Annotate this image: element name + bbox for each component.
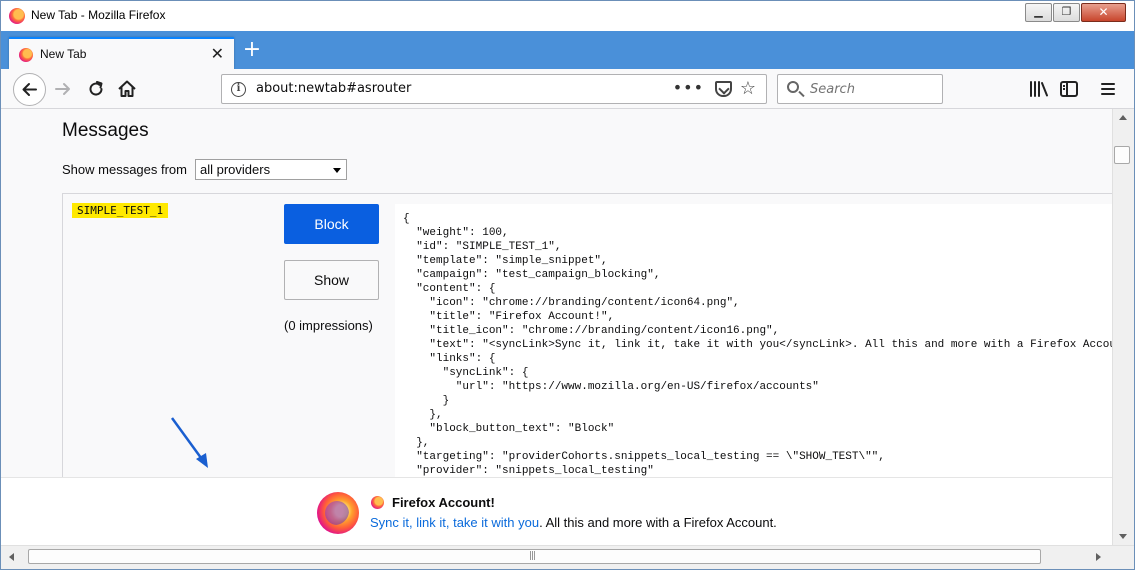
impressions-count: (0 impressions) bbox=[284, 318, 373, 333]
library-icon bbox=[1030, 81, 1048, 97]
pocket-icon[interactable] bbox=[715, 81, 732, 97]
search-bar[interactable]: Search bbox=[777, 74, 943, 104]
minimize-icon: ▁ bbox=[1034, 5, 1043, 18]
tab-new-tab[interactable]: New Tab ✕ bbox=[9, 37, 234, 69]
vertical-scroll-thumb[interactable] bbox=[1114, 146, 1130, 164]
horizontal-scroll-thumb[interactable]: ||| bbox=[28, 549, 1041, 564]
snippet-bar: Firefox Account! Sync it, link it, take … bbox=[1, 477, 1112, 545]
close-icon: ✕ bbox=[1098, 5, 1109, 19]
forward-button[interactable] bbox=[51, 77, 75, 101]
library-button[interactable] bbox=[1027, 77, 1051, 101]
scroll-up-icon[interactable] bbox=[1119, 115, 1127, 120]
scroll-grip-icon: ||| bbox=[529, 551, 536, 561]
firefox-logo-icon bbox=[317, 492, 359, 534]
firefox-title-icon bbox=[371, 496, 384, 509]
hamburger-menu-icon bbox=[1101, 83, 1115, 95]
show-button[interactable]: Show bbox=[284, 260, 379, 300]
chevron-down-icon bbox=[333, 168, 341, 173]
title-bar: New Tab - Mozilla Firefox ▁ ❐ ✕ bbox=[1, 1, 1134, 31]
scroll-down-icon[interactable] bbox=[1119, 534, 1127, 539]
sidebar-icon bbox=[1060, 81, 1078, 97]
menu-button[interactable] bbox=[1096, 77, 1120, 101]
forward-arrow-icon bbox=[55, 83, 70, 95]
sidebar-button[interactable] bbox=[1057, 77, 1081, 101]
home-icon bbox=[118, 80, 136, 97]
page-title: Messages bbox=[62, 120, 149, 141]
firefox-tab-icon bbox=[19, 48, 33, 62]
tab-label: New Tab bbox=[40, 47, 87, 61]
back-button[interactable] bbox=[13, 73, 46, 106]
providers-selected-value: all providers bbox=[200, 162, 271, 177]
search-input[interactable]: Search bbox=[810, 82, 855, 97]
back-arrow-icon bbox=[22, 83, 37, 96]
snippet-rest-text: . All this and more with a Firefox Accou… bbox=[539, 515, 777, 530]
message-json: { "weight": 100, "id": "SIMPLE_TEST_1", … bbox=[403, 213, 1112, 477]
url-bar[interactable]: i about:newtab#asrouter ••• ☆ bbox=[221, 74, 767, 104]
reload-button[interactable] bbox=[84, 77, 108, 101]
home-button[interactable] bbox=[115, 77, 139, 101]
browser-window: New Tab - Mozilla Firefox ▁ ❐ ✕ New Tab … bbox=[0, 0, 1135, 570]
bookmark-star-icon[interactable]: ☆ bbox=[740, 78, 756, 99]
window-title: New Tab - Mozilla Firefox bbox=[31, 8, 166, 22]
reload-icon bbox=[89, 81, 103, 96]
scroll-right-icon[interactable] bbox=[1096, 553, 1101, 561]
vertical-scrollbar[interactable] bbox=[1112, 109, 1134, 545]
horizontal-scrollbar[interactable]: ||| bbox=[1, 545, 1134, 569]
snippet-title: Firefox Account! bbox=[392, 495, 495, 510]
restore-button[interactable]: ❐ bbox=[1053, 3, 1080, 22]
page-content: Messages Show messages from all provider… bbox=[1, 109, 1112, 545]
block-button[interactable]: Block bbox=[284, 204, 379, 244]
tab-close-icon[interactable]: ✕ bbox=[211, 44, 224, 63]
window-controls: ▁ ❐ ✕ bbox=[1024, 3, 1126, 22]
minimize-button[interactable]: ▁ bbox=[1025, 3, 1052, 22]
page-actions-icon[interactable]: ••• bbox=[673, 78, 704, 97]
annotation-arrow-icon bbox=[170, 417, 208, 468]
restore-icon: ❐ bbox=[1061, 5, 1072, 18]
url-input[interactable]: about:newtab#asrouter bbox=[256, 81, 411, 96]
providers-label: Show messages from bbox=[62, 162, 187, 177]
snippet-text: Sync it, link it, take it with you. All … bbox=[370, 515, 777, 530]
close-window-button[interactable]: ✕ bbox=[1081, 3, 1126, 22]
new-tab-button[interactable]: + bbox=[241, 39, 263, 63]
navigation-toolbar: i about:newtab#asrouter ••• ☆ Search bbox=[1, 69, 1134, 109]
sync-link[interactable]: Sync it, link it, take it with you bbox=[370, 515, 539, 530]
scroll-left-icon[interactable] bbox=[9, 553, 14, 561]
site-info-icon[interactable]: i bbox=[231, 82, 246, 97]
message-id: SIMPLE_TEST_1 bbox=[72, 203, 169, 218]
firefox-app-icon bbox=[9, 8, 25, 24]
providers-select[interactable]: all providers bbox=[195, 159, 347, 180]
search-icon bbox=[787, 81, 799, 93]
